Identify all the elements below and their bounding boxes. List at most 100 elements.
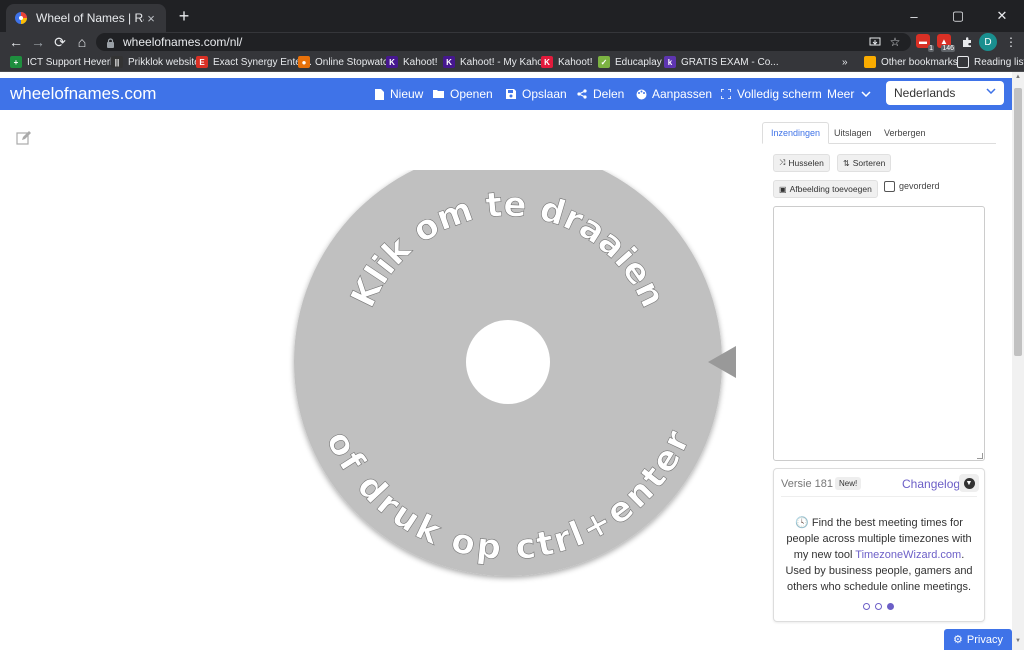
- nav-open-button[interactable]: Openen: [433, 85, 493, 103]
- edit-pencil-icon[interactable]: [16, 130, 32, 146]
- version-label: Versie 181: [781, 478, 833, 490]
- bookmark-item[interactable]: K Kahoot!: [386, 54, 437, 70]
- bookmark-label: Online Stopwatch: [315, 56, 394, 68]
- nav-open-label: Openen: [450, 87, 493, 101]
- scrollbar-thumb[interactable]: [1014, 88, 1022, 356]
- address-bar[interactable]: wheelofnames.com/nl/: [96, 33, 911, 51]
- install-app-icon[interactable]: [866, 33, 884, 51]
- chevron-down-icon: [860, 88, 872, 100]
- site-brand[interactable]: wheelofnames.com: [10, 84, 156, 104]
- entries-textarea[interactable]: [773, 206, 985, 461]
- bookmark-star-icon[interactable]: ☆: [886, 33, 904, 51]
- privacy-label: Privacy: [966, 633, 1003, 646]
- wheel-favicon-icon: [14, 11, 28, 25]
- carousel-dot[interactable]: [875, 603, 882, 610]
- bookmark-item[interactable]: ● Online Stopwatch: [298, 54, 393, 70]
- nav-more-label: Meer: [827, 87, 855, 101]
- collapse-card-button[interactable]: ▼: [959, 474, 979, 492]
- folder-open-icon: [433, 88, 445, 100]
- news-message: 🕓 Find the best meeting times for people…: [781, 515, 977, 595]
- sort-icon: ⇅: [843, 158, 850, 168]
- nav-new-button[interactable]: Nieuw: [373, 85, 423, 103]
- bookmark-item[interactable]: k GRATIS EXAM - Co...: [664, 54, 779, 70]
- image-icon: ▣: [779, 184, 787, 194]
- bookmarks-overflow-button[interactable]: »: [842, 54, 848, 70]
- resize-grip-icon[interactable]: [977, 453, 983, 459]
- nav-fullscreen-button[interactable]: Volledig scherm: [720, 85, 822, 103]
- timezonewizard-link[interactable]: TimezoneWizard.com: [855, 549, 961, 561]
- carousel-dot[interactable]: [863, 603, 870, 610]
- shuffle-button[interactable]: ⤨ Husselen: [773, 154, 830, 172]
- palette-icon: [635, 88, 647, 100]
- bookmark-favicon-icon: K: [443, 56, 455, 68]
- bookmark-item[interactable]: + ICT Support Heverl...: [10, 54, 121, 70]
- save-icon: [505, 88, 517, 100]
- close-window-button[interactable]: ✕: [980, 0, 1024, 32]
- changelog-link[interactable]: Changelog: [902, 477, 960, 491]
- chevron-down-icon: ▼: [963, 477, 975, 489]
- nav-share-button[interactable]: Delen: [576, 85, 624, 103]
- bookmark-favicon-icon: K: [541, 56, 553, 68]
- nav-customize-button[interactable]: Aanpassen: [635, 85, 712, 103]
- extensions-puzzle-icon[interactable]: [958, 33, 976, 51]
- bookmark-item[interactable]: K Kahoot!: [541, 54, 592, 70]
- add-image-label: Afbeelding toevoegen: [789, 184, 872, 194]
- advanced-checkbox[interactable]: [884, 181, 895, 192]
- gear-icon: ⚙: [953, 634, 963, 646]
- folder-icon: [864, 56, 876, 68]
- home-button[interactable]: ⌂: [72, 32, 92, 52]
- browser-tab[interactable]: Wheel of Names | Random name ×: [6, 4, 166, 32]
- extension-icon[interactable]: ▬ 1: [916, 34, 934, 52]
- scroll-down-icon[interactable]: ▼: [1013, 638, 1023, 648]
- share-icon: [576, 88, 588, 100]
- chevron-down-icon: [986, 85, 996, 97]
- privacy-button[interactable]: ⚙ Privacy: [944, 629, 1012, 650]
- scroll-up-icon[interactable]: ▲: [1013, 74, 1023, 84]
- nav-more-button[interactable]: Meer: [827, 85, 872, 103]
- profile-avatar[interactable]: D: [979, 33, 997, 51]
- bookmark-item[interactable]: K Kahoot! - My Kaho...: [443, 54, 551, 70]
- sort-label: Sorteren: [852, 158, 886, 168]
- tab-close-icon[interactable]: ×: [144, 11, 158, 26]
- new-badge: New!: [835, 477, 862, 490]
- language-select[interactable]: Nederlands: [886, 81, 1004, 105]
- tab-results[interactable]: Uitslagen: [826, 122, 880, 144]
- bookmark-label: Kahoot!: [403, 56, 438, 68]
- bookmark-item[interactable]: ✓ Educaplay: [598, 54, 662, 70]
- sort-button[interactable]: ⇅ Sorteren: [837, 154, 892, 172]
- tab-entries[interactable]: Inzendingen: [762, 122, 830, 144]
- other-bookmarks-label: Other bookmarks: [881, 56, 958, 68]
- extension-icon[interactable]: ▲ 146: [937, 34, 955, 52]
- forward-button[interactable]: →: [28, 32, 48, 52]
- add-image-button[interactable]: ▣ Afbeelding toevoegen: [773, 180, 878, 198]
- reading-list-button[interactable]: Reading list: [957, 54, 1024, 70]
- reload-button[interactable]: ⟳: [50, 32, 70, 52]
- extension-badge-count: 1: [928, 45, 934, 52]
- minimize-button[interactable]: –: [892, 0, 936, 32]
- reading-list-label: Reading list: [974, 56, 1024, 68]
- bookmark-favicon-icon: ✓: [598, 56, 610, 68]
- tab-hide[interactable]: Verbergen: [876, 122, 934, 144]
- wheel-center-hole: [466, 320, 550, 404]
- bookmark-item[interactable]: || Prikklok website: [111, 54, 200, 70]
- reading-list-icon: [957, 56, 969, 68]
- overflow-label: »: [842, 56, 848, 68]
- spin-wheel[interactable]: Klik om te draaien of druk op ctrl+enter: [280, 170, 740, 590]
- new-tab-button[interactable]: +: [174, 6, 194, 26]
- bookmark-label: ICT Support Heverl...: [27, 56, 121, 68]
- clock-icon: 🕓: [795, 517, 809, 529]
- nav-save-button[interactable]: Opslaan: [505, 85, 567, 103]
- other-bookmarks-folder[interactable]: Other bookmarks: [864, 54, 958, 70]
- browser-menu-icon[interactable]: ⋮: [1002, 33, 1020, 51]
- extension-badge-count: 146: [941, 45, 955, 52]
- bookmark-item[interactable]: E Exact Synergy Enter...: [196, 54, 312, 70]
- maximize-button[interactable]: ▢: [936, 0, 980, 32]
- carousel-dot[interactable]: [887, 603, 894, 610]
- bookmark-favicon-icon: ●: [298, 56, 310, 68]
- fullscreen-icon: [720, 88, 732, 100]
- bookmark-label: Kahoot!: [558, 56, 593, 68]
- nav-customize-label: Aanpassen: [652, 87, 713, 101]
- back-button[interactable]: ←: [6, 32, 26, 52]
- lock-icon: [106, 37, 115, 48]
- bookmark-favicon-icon: K: [386, 56, 398, 68]
